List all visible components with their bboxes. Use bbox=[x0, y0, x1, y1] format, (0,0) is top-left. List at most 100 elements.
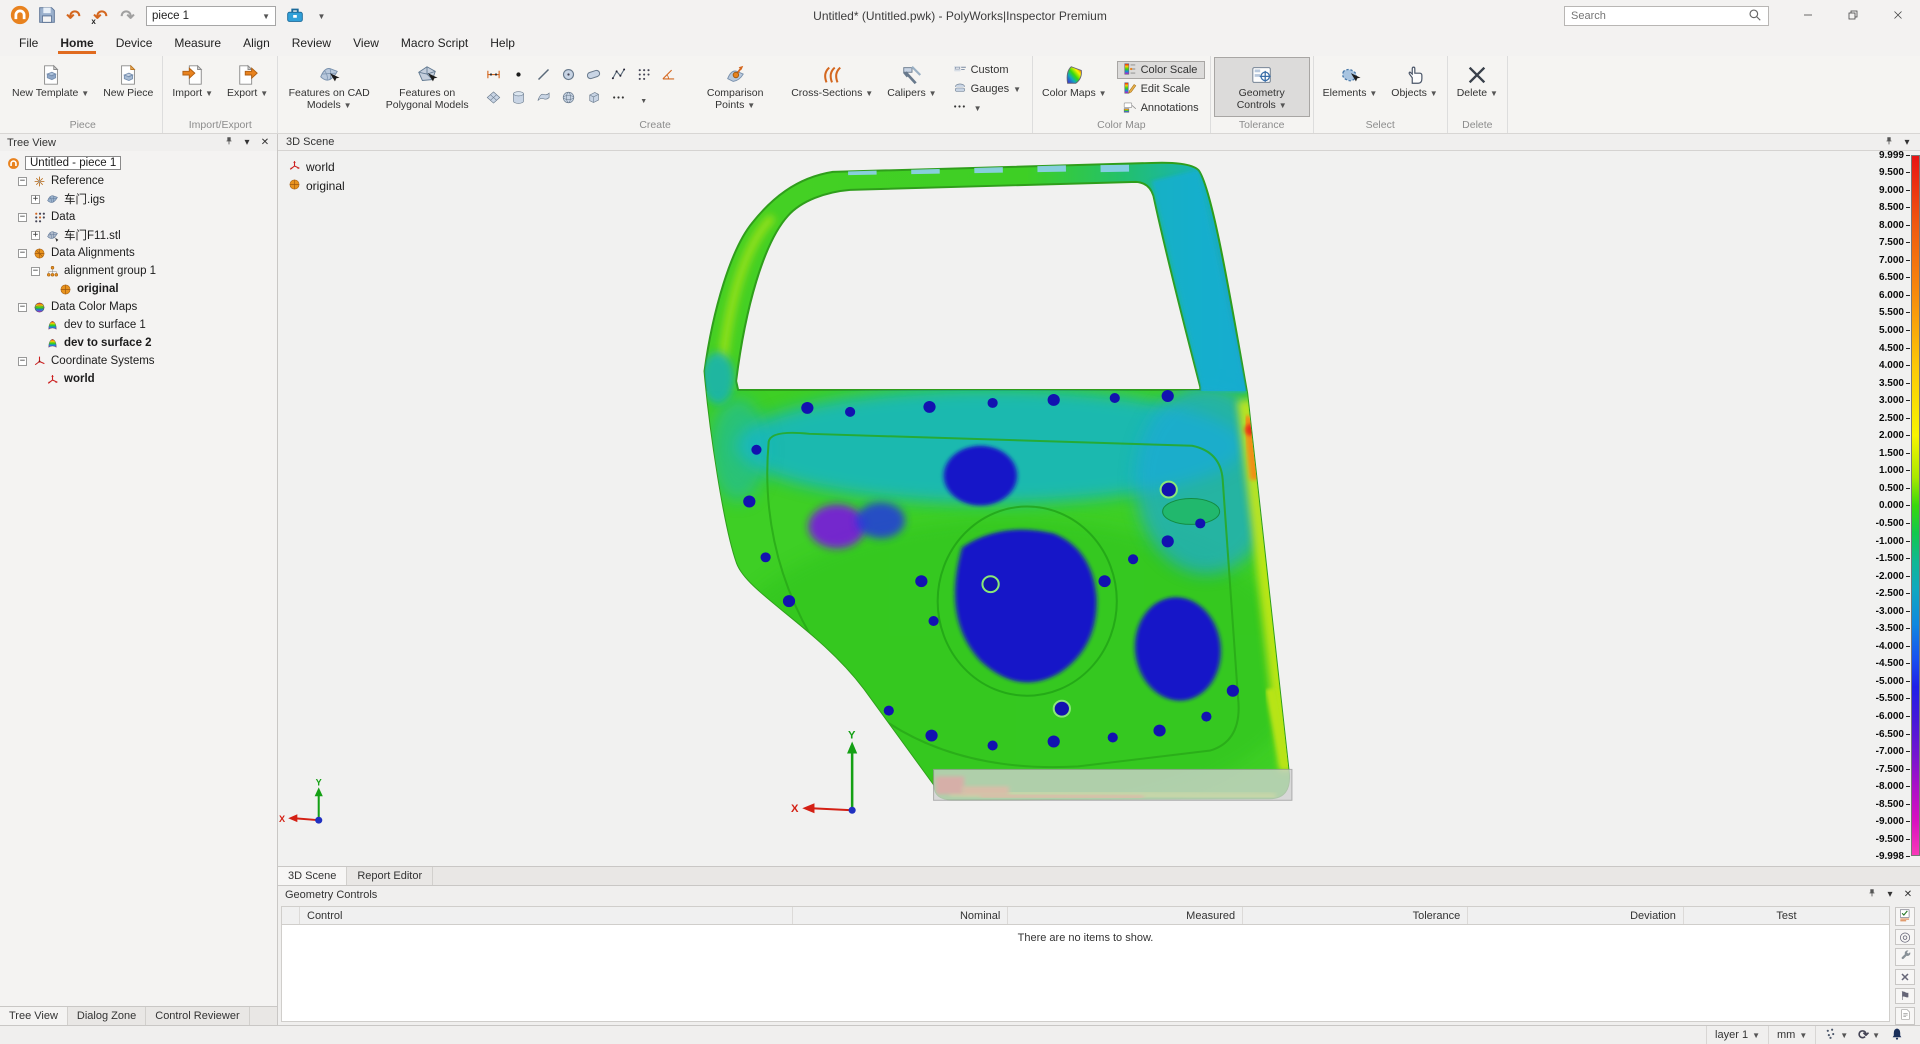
tab-report-editor[interactable]: Report Editor bbox=[347, 867, 433, 885]
menu-file[interactable]: File bbox=[8, 33, 49, 56]
more-button[interactable]: ▼ bbox=[947, 99, 1027, 117]
collapse-icon[interactable]: − bbox=[31, 267, 40, 276]
tree-item-alignment-group-1[interactable]: −alignment group 1 bbox=[0, 262, 277, 280]
edit-scale-button[interactable]: Edit Scale bbox=[1117, 80, 1205, 98]
save-button[interactable] bbox=[33, 4, 60, 28]
tree-item-untitled-piece-1[interactable]: Untitled - piece 1 bbox=[0, 154, 277, 172]
chevron-down-icon[interactable]: ▾ bbox=[1885, 889, 1895, 901]
tree-item-dev-to-surface-1[interactable]: dev to surface 1 bbox=[0, 316, 277, 334]
tree-item-车门f11-stl[interactable]: +车门F11.stl bbox=[0, 226, 277, 244]
annotations-button[interactable]: Annotations bbox=[1117, 99, 1205, 117]
comparison-points-button[interactable]: Comparison Points ▼ bbox=[687, 57, 783, 117]
collapse-icon[interactable]: − bbox=[18, 357, 27, 366]
search-box[interactable] bbox=[1564, 6, 1769, 26]
refresh-button[interactable]: ⟳▼ bbox=[1858, 1028, 1880, 1042]
collapse-icon[interactable]: − bbox=[18, 249, 27, 258]
search-input[interactable] bbox=[1571, 10, 1748, 22]
tree-item-车门-igs[interactable]: +车门.igs bbox=[0, 190, 277, 208]
tree-item-data-alignments[interactable]: −Data Alignments bbox=[0, 244, 277, 262]
chevron-down-icon[interactable]: ▾ bbox=[1902, 136, 1912, 148]
piece-selector[interactable]: piece 1 ▼ bbox=[146, 6, 276, 26]
objects-button[interactable]: Objects ▼ bbox=[1385, 57, 1443, 117]
menu-help[interactable]: Help bbox=[479, 33, 526, 56]
gauges-button[interactable]: Gauges ▼ bbox=[947, 80, 1027, 98]
menu-view[interactable]: View bbox=[342, 33, 390, 56]
menu-review[interactable]: Review bbox=[281, 33, 342, 56]
calipers-button[interactable]: Calipers ▼ bbox=[881, 57, 942, 117]
tree-item-data-color-maps[interactable]: −Data Color Maps bbox=[0, 298, 277, 316]
pin-icon[interactable] bbox=[1884, 136, 1894, 148]
restore-button[interactable] bbox=[1830, 1, 1875, 32]
polyworks-logo[interactable] bbox=[6, 4, 33, 28]
flag-button[interactable]: ⚑ bbox=[1895, 988, 1915, 1004]
units-selector[interactable]: mm ▼ bbox=[1768, 1026, 1815, 1044]
tree-item-data[interactable]: −Data bbox=[0, 208, 277, 226]
delete-button[interactable]: Delete ▼ bbox=[1451, 57, 1504, 117]
delete-control-button[interactable]: ✕ bbox=[1895, 969, 1915, 985]
more-button[interactable] bbox=[606, 87, 631, 110]
color-scale[interactable]: 9.9999.5009.0008.5008.0007.5007.0006.500… bbox=[1862, 155, 1920, 856]
menu-device[interactable]: Device bbox=[105, 33, 164, 56]
length-button[interactable] bbox=[481, 64, 506, 87]
features-on-polygonal-models-button[interactable]: Features on Polygonal Models bbox=[379, 57, 475, 117]
close-icon[interactable]: ✕ bbox=[1903, 889, 1913, 901]
redo-button[interactable]: ↷ bbox=[114, 4, 141, 28]
tools-button[interactable] bbox=[1895, 948, 1915, 966]
undo-button[interactable]: ↶ bbox=[60, 4, 87, 28]
column-header-control[interactable]: Control bbox=[300, 907, 793, 924]
import-button[interactable]: Import ▼ bbox=[166, 57, 219, 117]
display-options-button[interactable]: ▼ bbox=[1824, 1027, 1848, 1043]
measure-button[interactable]: ◎ bbox=[1895, 929, 1915, 945]
minimize-button[interactable] bbox=[1785, 1, 1830, 32]
3d-viewport[interactable]: Y X Y X bbox=[278, 151, 1920, 866]
menu-home[interactable]: Home bbox=[49, 33, 104, 56]
column-header-nominal[interactable]: Nominal bbox=[793, 907, 1009, 924]
pin-icon[interactable] bbox=[224, 137, 234, 149]
column-header-tolerance[interactable]: Tolerance bbox=[1243, 907, 1468, 924]
workspace-manager-button[interactable] bbox=[281, 4, 308, 28]
layer-selector[interactable]: layer 1 ▼ bbox=[1706, 1026, 1768, 1044]
export-button[interactable]: Export ▼ bbox=[221, 57, 274, 117]
column-header-deviation[interactable]: Deviation bbox=[1468, 907, 1684, 924]
sphere-button[interactable] bbox=[556, 87, 581, 110]
polyline-button[interactable] bbox=[606, 64, 631, 87]
angle-button[interactable] bbox=[656, 64, 681, 87]
column-header-test[interactable]: Test bbox=[1684, 907, 1889, 924]
close-icon[interactable]: ✕ bbox=[260, 137, 270, 149]
tab-3d-scene[interactable]: 3D Scene bbox=[278, 867, 347, 885]
cylinder-button[interactable] bbox=[506, 87, 531, 110]
close-button[interactable] bbox=[1875, 1, 1920, 32]
expand-icon[interactable]: + bbox=[31, 195, 40, 204]
notifications-button[interactable] bbox=[1890, 1027, 1904, 1044]
menu-align[interactable]: Align bbox=[232, 33, 281, 56]
features-on-cad-models-button[interactable]: Features on CAD Models ▼ bbox=[281, 57, 377, 117]
tab-tree-view[interactable]: Tree View bbox=[0, 1007, 68, 1025]
collapse-icon[interactable]: − bbox=[18, 303, 27, 312]
cross-sections-button[interactable]: Cross-Sections ▼ bbox=[785, 57, 879, 117]
pin-icon[interactable] bbox=[1867, 889, 1877, 901]
grid-more-arrow-button[interactable]: ▼ bbox=[631, 87, 656, 110]
customize-toolbar-button[interactable]: ▼ bbox=[308, 4, 335, 28]
collapse-icon[interactable]: − bbox=[18, 213, 27, 222]
plane-button[interactable] bbox=[481, 87, 506, 110]
chevron-down-icon[interactable]: ▾ bbox=[242, 137, 252, 149]
circle-button[interactable] bbox=[556, 64, 581, 87]
point-button[interactable] bbox=[506, 64, 531, 87]
elements-button[interactable]: Elements ▼ bbox=[1317, 57, 1384, 117]
menu-measure[interactable]: Measure bbox=[163, 33, 232, 56]
tab-control-reviewer[interactable]: Control Reviewer bbox=[146, 1007, 249, 1025]
tree-item-reference[interactable]: −Reference bbox=[0, 172, 277, 190]
collapse-icon[interactable]: − bbox=[18, 177, 27, 186]
tree-item-dev-to-surface-2[interactable]: dev to surface 2 bbox=[0, 334, 277, 352]
new-template-button[interactable]: New Template ▼ bbox=[6, 57, 95, 117]
column-header-measured[interactable]: Measured bbox=[1008, 907, 1243, 924]
custom-button[interactable]: Custom bbox=[947, 61, 1027, 79]
surface-button[interactable] bbox=[531, 87, 556, 110]
controls-options-button[interactable] bbox=[1895, 907, 1915, 926]
line-button[interactable] bbox=[531, 64, 556, 87]
tab-dialog-zone[interactable]: Dialog Zone bbox=[68, 1007, 146, 1025]
slot-button[interactable] bbox=[581, 64, 606, 87]
expand-icon[interactable]: + bbox=[31, 231, 40, 240]
report-button[interactable] bbox=[1895, 1007, 1915, 1025]
color-maps-button[interactable]: Color Maps ▼ bbox=[1036, 57, 1113, 117]
